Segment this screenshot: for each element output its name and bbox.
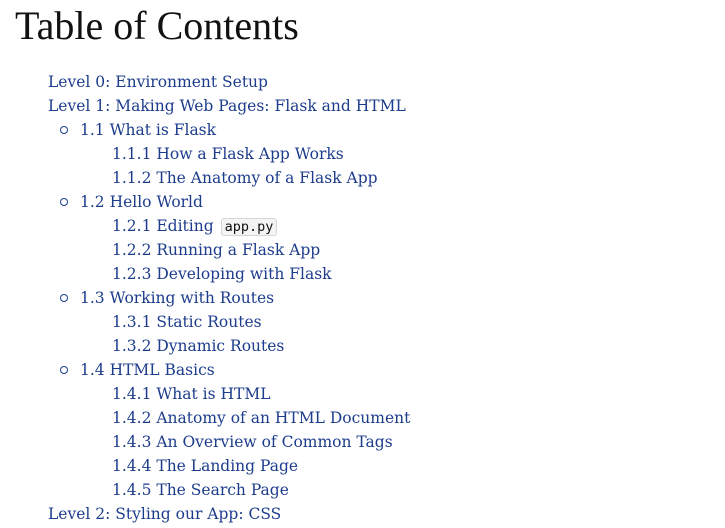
toc-item-1-1-2: 1.1.2 The Anatomy of a Flask App	[112, 166, 718, 190]
page-title: Table of Contents	[15, 3, 299, 48]
toc-item-1-4-2: 1.4.2 Anatomy of an HTML Document	[112, 406, 718, 430]
toc-item-1-3-1: 1.3.1 Static Routes	[112, 310, 718, 334]
toc-item-1-4-5: 1.4.5 The Search Page	[112, 478, 718, 502]
toc-link-1-4-5[interactable]: 1.4.5 The Search Page	[112, 481, 289, 499]
toc-level-1-sections: 1.1 What is Flask 1.1.1 How a Flask App …	[60, 118, 718, 502]
table-of-contents: Level 0: Environment Setup Level 1: Maki…	[48, 70, 718, 526]
toc-section-1-4: 1.4 HTML Basics 1.4.1 What is HTML 1.4.2…	[60, 358, 718, 502]
toc-item-1-2-3: 1.2.3 Developing with Flask	[112, 262, 718, 286]
toc-link-1-3-2[interactable]: 1.3.2 Dynamic Routes	[112, 337, 284, 355]
toc-section-1-3: 1.3 Working with Routes 1.3.1 Static Rou…	[60, 286, 718, 358]
toc-section-1-1: 1.1 What is Flask 1.1.1 How a Flask App …	[60, 118, 718, 190]
toc-link-1-2-1-text: 1.2.1 Editing	[112, 217, 214, 235]
circle-bullet-icon	[60, 198, 68, 206]
toc-link-1-3[interactable]: 1.3 Working with Routes	[80, 289, 274, 307]
toc-section-1-2: 1.2 Hello World 1.2.1 Editing app.py 1.2…	[60, 190, 718, 286]
toc-link-1-2-1[interactable]: 1.2.1 Editing app.py	[112, 217, 278, 236]
toc-item-1-2-1: 1.2.1 Editing app.py	[112, 214, 718, 238]
toc-link-1-4-3[interactable]: 1.4.3 An Overview of Common Tags	[112, 433, 393, 451]
toc-section-1-4-items: 1.4.1 What is HTML 1.4.2 Anatomy of an H…	[112, 382, 718, 502]
toc-section-1-3-items: 1.3.1 Static Routes 1.3.2 Dynamic Routes	[112, 310, 718, 358]
circle-bullet-icon	[60, 294, 68, 302]
toc-link-1-2-2[interactable]: 1.2.2 Running a Flask App	[112, 241, 320, 259]
toc-section-1-2-items: 1.2.1 Editing app.py 1.2.2 Running a Fla…	[112, 214, 718, 286]
toc-item-1-1-1: 1.1.1 How a Flask App Works	[112, 142, 718, 166]
circle-bullet-icon	[60, 366, 68, 374]
toc-link-1-4-1[interactable]: 1.4.1 What is HTML	[112, 385, 271, 403]
toc-item-1-4-3: 1.4.3 An Overview of Common Tags	[112, 430, 718, 454]
toc-link-1-1-1[interactable]: 1.1.1 How a Flask App Works	[112, 145, 344, 163]
toc-link-1-1-2[interactable]: 1.1.2 The Anatomy of a Flask App	[112, 169, 378, 187]
inline-code-filename: app.py	[220, 218, 278, 236]
toc-link-level-1[interactable]: Level 1: Making Web Pages: Flask and HTM…	[48, 97, 406, 115]
toc-link-level-2[interactable]: Level 2: Styling our App: CSS	[48, 505, 281, 523]
toc-link-level-0[interactable]: Level 0: Environment Setup	[48, 73, 268, 91]
toc-section-1-1-items: 1.1.1 How a Flask App Works 1.1.2 The An…	[112, 142, 718, 190]
toc-item-1-3-2: 1.3.2 Dynamic Routes	[112, 334, 718, 358]
toc-link-1-2[interactable]: 1.2 Hello World	[80, 193, 203, 211]
toc-link-1-1[interactable]: 1.1 What is Flask	[80, 121, 216, 139]
toc-level-0: Level 0: Environment Setup	[48, 70, 718, 94]
toc-item-1-2-2: 1.2.2 Running a Flask App	[112, 238, 718, 262]
toc-item-1-4-1: 1.4.1 What is HTML	[112, 382, 718, 406]
toc-link-1-4[interactable]: 1.4 HTML Basics	[80, 361, 215, 379]
toc-link-1-2-3[interactable]: 1.2.3 Developing with Flask	[112, 265, 332, 283]
toc-link-1-3-1[interactable]: 1.3.1 Static Routes	[112, 313, 262, 331]
toc-item-1-4-4: 1.4.4 The Landing Page	[112, 454, 718, 478]
circle-bullet-icon	[60, 126, 68, 134]
toc-link-1-4-2[interactable]: 1.4.2 Anatomy of an HTML Document	[112, 409, 410, 427]
toc-level-1: Level 1: Making Web Pages: Flask and HTM…	[48, 94, 718, 502]
toc-level-2: Level 2: Styling our App: CSS	[48, 502, 718, 526]
toc-link-1-4-4[interactable]: 1.4.4 The Landing Page	[112, 457, 298, 475]
